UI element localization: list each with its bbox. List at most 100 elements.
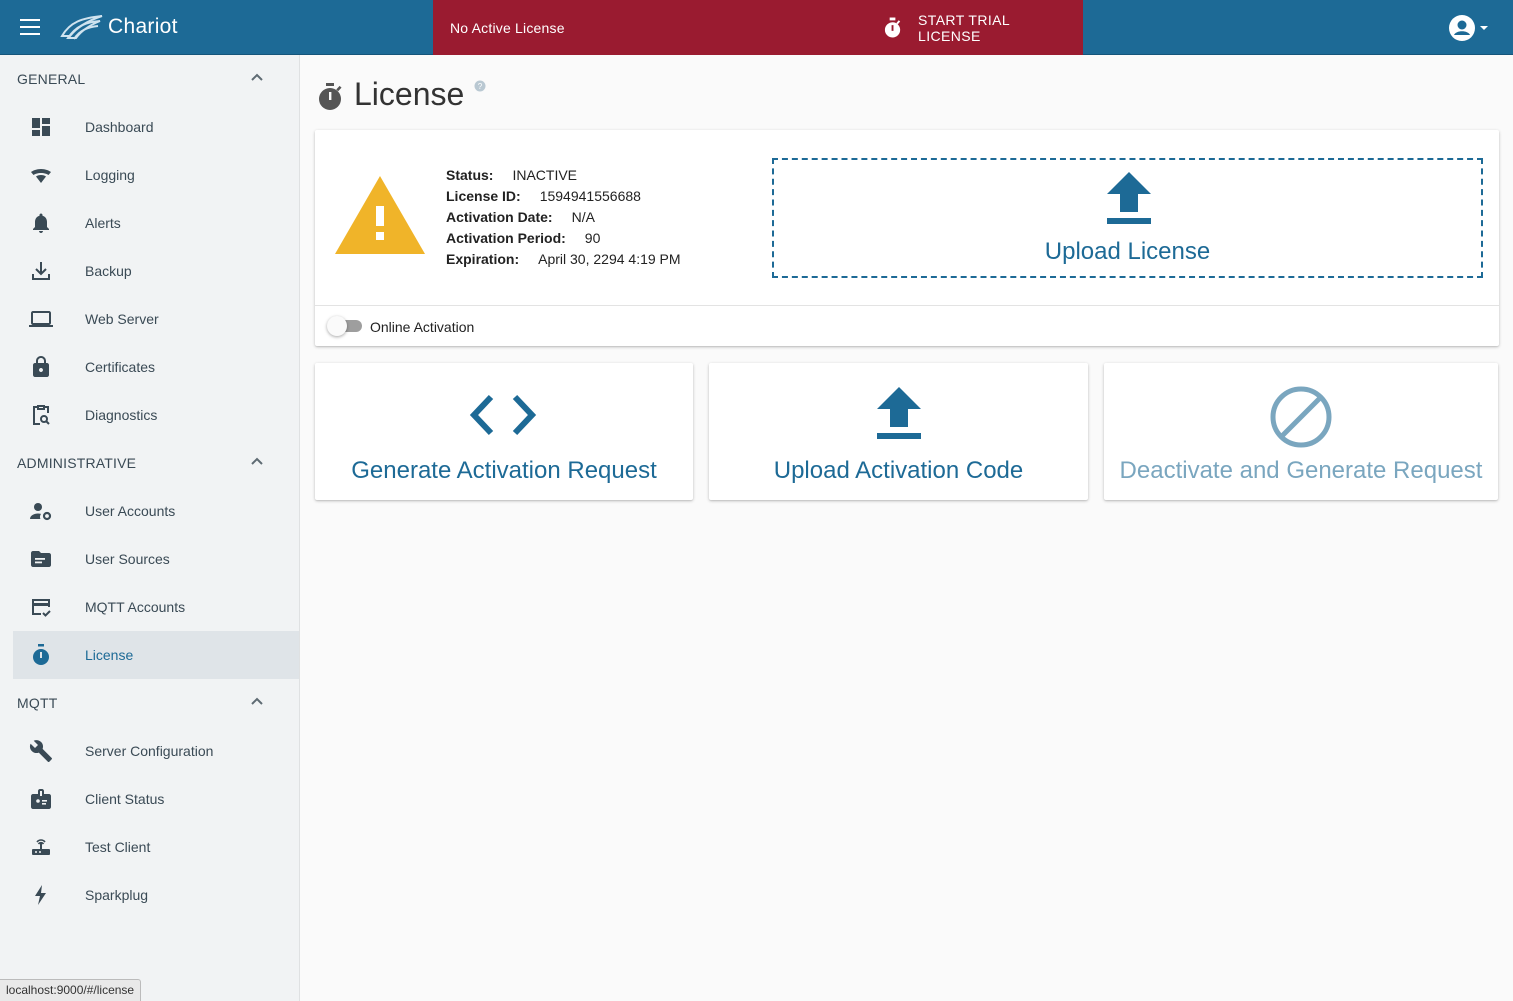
deactivate-and-generate-request-button[interactable]: Deactivate and Generate Request xyxy=(1104,363,1498,500)
card-divider xyxy=(315,305,1499,306)
sidebar-item-label: User Sources xyxy=(85,551,170,567)
generate-activation-request-button[interactable]: Generate Activation Request xyxy=(315,363,693,500)
deactivate-and-generate-request-label: Deactivate and Generate Request xyxy=(1119,457,1483,484)
license-field-activation-date: Activation Date: N/A xyxy=(446,209,681,230)
field-label: Expiration: xyxy=(446,251,520,267)
section-title: ADMINISTRATIVE xyxy=(17,455,137,471)
bell-icon xyxy=(33,213,49,233)
browser-status-url: localhost:9000/#/license xyxy=(0,979,142,1001)
sidebar-item-label: Logging xyxy=(85,167,135,183)
router-icon xyxy=(32,839,50,855)
wifi-icon xyxy=(31,169,51,183)
sidebar-item-label: Diagnostics xyxy=(85,407,158,423)
block-icon xyxy=(1270,386,1332,448)
sidebar-item-alerts[interactable]: Alerts xyxy=(13,199,299,247)
chevron-up-icon xyxy=(251,697,263,705)
sidebar-item-logging[interactable]: Logging xyxy=(13,151,299,199)
license-field-activation-period: Activation Period: 90 xyxy=(446,230,681,251)
lightning-icon xyxy=(35,885,46,905)
upload-activation-code-label: Upload Activation Code xyxy=(773,457,1024,484)
app-brand: Chariot xyxy=(108,15,178,38)
section-title: GENERAL xyxy=(17,71,86,87)
license-warning-banner: No Active License START TRIAL LICENSE xyxy=(433,0,1083,55)
lock-icon xyxy=(33,356,49,377)
card-check-icon xyxy=(32,599,51,617)
sidebar-item-label: Sparkplug xyxy=(85,887,149,903)
code-brackets-icon xyxy=(469,394,537,436)
warning-icon xyxy=(335,176,425,254)
laptop-icon xyxy=(29,311,53,327)
timer-icon xyxy=(33,644,49,665)
sidebar-item-label: Server Configuration xyxy=(85,743,214,759)
chevron-up-icon xyxy=(251,457,263,465)
user-cog-icon xyxy=(30,503,52,521)
sidebar-item-client-status[interactable]: Client Status xyxy=(13,775,299,823)
license-details: Status: INACTIVE License ID: 15949415566… xyxy=(446,167,681,272)
section-mqtt[interactable]: MQTT xyxy=(0,679,300,727)
generate-activation-request-label: Generate Activation Request xyxy=(351,457,657,484)
timer-icon xyxy=(884,17,901,38)
field-value: N/A xyxy=(571,209,595,225)
badge-icon xyxy=(31,789,51,809)
sidebar-item-label: Backup xyxy=(85,263,132,279)
start-trial-license-button[interactable]: START TRIAL LICENSE xyxy=(873,12,1083,44)
online-activation-toggle[interactable] xyxy=(327,316,363,336)
menu-icon[interactable] xyxy=(20,19,40,35)
banner-message: No Active License xyxy=(450,20,565,36)
page-title: License xyxy=(354,76,465,112)
field-label: License ID: xyxy=(446,188,521,204)
caret-down-icon xyxy=(1480,26,1488,30)
upload-license-dropzone[interactable]: Upload License xyxy=(772,158,1483,278)
license-info-card: Status: INACTIVE License ID: 15949415566… xyxy=(315,130,1499,346)
sidebar-item-user-sources[interactable]: User Sources xyxy=(13,535,299,583)
sidebar-item-test-client[interactable]: Test Client xyxy=(13,823,299,871)
sidebar-item-label: Client Status xyxy=(85,791,165,807)
license-field-id: License ID: 1594941556688 xyxy=(446,188,681,209)
sidebar-item-certificates[interactable]: Certificates xyxy=(13,343,299,391)
section-title: MQTT xyxy=(17,695,58,711)
field-value: April 30, 2294 4:19 PM xyxy=(538,251,681,267)
section-administrative[interactable]: ADMINISTRATIVE xyxy=(0,439,300,487)
toggle-thumb xyxy=(327,316,347,336)
sidebar-item-license[interactable]: License xyxy=(13,631,299,679)
account-menu[interactable] xyxy=(1448,14,1492,42)
chevron-up-icon xyxy=(251,73,263,81)
upload-icon xyxy=(877,387,921,439)
timer-icon xyxy=(319,83,342,110)
sidebar-item-label: License xyxy=(85,647,134,663)
sidebar-item-label: Alerts xyxy=(85,215,121,231)
online-activation-label: Online Activation xyxy=(370,319,475,335)
sidebar-item-label: MQTT Accounts xyxy=(85,599,186,615)
svg-text:?: ? xyxy=(478,82,483,91)
sidebar-item-label: Test Client xyxy=(85,839,151,855)
field-label: Activation Period: xyxy=(446,230,566,246)
field-value: INACTIVE xyxy=(512,167,578,183)
field-label: Status: xyxy=(446,167,494,183)
sidebar-item-label: Certificates xyxy=(85,359,156,375)
field-value: 1594941556688 xyxy=(539,188,641,204)
license-field-expiration: Expiration: April 30, 2294 4:19 PM xyxy=(446,251,681,272)
sidebar: GENERAL Dashboard Logging Alerts Backup … xyxy=(0,55,300,1001)
sidebar-item-label: Web Server xyxy=(85,311,159,327)
sidebar-item-backup[interactable]: Backup xyxy=(13,247,299,295)
sidebar-item-diagnostics[interactable]: Diagnostics xyxy=(13,391,299,439)
field-label: Activation Date: xyxy=(446,209,553,225)
sidebar-item-web-server[interactable]: Web Server xyxy=(13,295,299,343)
sidebar-item-user-accounts[interactable]: User Accounts xyxy=(13,487,299,535)
wrench-icon xyxy=(29,740,52,762)
start-trial-license-label: START TRIAL LICENSE xyxy=(918,12,1010,44)
clipboard-search-icon xyxy=(33,405,50,425)
sidebar-item-mqtt-accounts[interactable]: MQTT Accounts xyxy=(13,583,299,631)
field-value: 90 xyxy=(584,230,601,246)
sidebar-item-sparkplug[interactable]: Sparkplug xyxy=(13,871,299,919)
upload-icon xyxy=(1107,172,1151,224)
download-icon xyxy=(32,262,50,280)
upload-license-label: Upload License xyxy=(1044,238,1211,265)
sidebar-item-label: Dashboard xyxy=(85,119,154,135)
help-icon[interactable]: ? xyxy=(474,80,486,92)
section-general[interactable]: GENERAL xyxy=(0,55,300,103)
sidebar-item-server-configuration[interactable]: Server Configuration xyxy=(13,727,299,775)
sidebar-item-dashboard[interactable]: Dashboard xyxy=(13,103,299,151)
upload-activation-code-button[interactable]: Upload Activation Code xyxy=(709,363,1088,500)
license-field-status: Status: INACTIVE xyxy=(446,167,681,188)
